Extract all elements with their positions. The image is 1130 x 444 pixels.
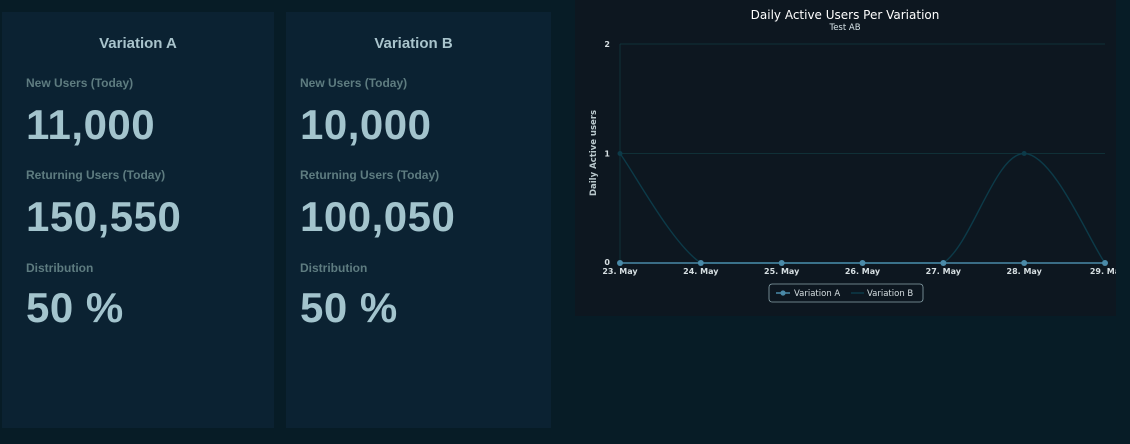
x-tick-label: 29. Ma <box>1090 267 1116 276</box>
chart-legend[interactable]: Variation A Variation B <box>768 283 924 303</box>
y-tick-label: 1 <box>604 150 610 159</box>
legend-label-variation-b: Variation B <box>867 289 913 299</box>
legend-marker-a <box>780 290 786 296</box>
new-users-label: New Users (Today) <box>26 76 134 90</box>
y-tick-label: 0 <box>604 258 610 267</box>
data-point[interactable] <box>940 260 947 266</box>
grid-lines <box>619 43 1105 264</box>
new-users-value: 11,000 <box>26 101 156 148</box>
x-tick-label: 24. May <box>683 267 719 276</box>
chart-canvas: Daily Active Users Per Variation Test AB… <box>589 8 1116 303</box>
data-point[interactable] <box>697 260 704 266</box>
returning-users-value: 100,050 <box>300 193 456 240</box>
daily-active-users-chart: Daily Active Users Per Variation Test AB… <box>575 0 1116 316</box>
x-tick-label: 25. May <box>764 267 800 276</box>
legend-label-variation-a: Variation A <box>794 289 840 299</box>
distribution-label: Distribution <box>26 261 94 275</box>
returning-users-label: Returning Users (Today) <box>26 168 166 182</box>
y-axis-label: Daily Active users <box>589 110 599 196</box>
y-axis-ticks: 0 1 2 <box>604 40 610 267</box>
data-point[interactable] <box>617 260 623 266</box>
data-point[interactable] <box>778 260 785 266</box>
variation-b-card: Variation B New Users (Today) 10,000 Ret… <box>286 12 551 428</box>
returning-users-label: Returning Users (Today) <box>300 168 440 182</box>
data-point[interactable] <box>617 151 623 156</box>
x-tick-label: 23. May <box>602 267 638 276</box>
variation-b-title: Variation B <box>374 35 453 52</box>
series-variation-b[interactable] <box>617 151 1108 266</box>
data-point[interactable] <box>1021 260 1028 266</box>
x-tick-label: 28. May <box>1007 267 1043 276</box>
x-axis-ticks: 23. May 24. May 25. May 26. May 27. May 28. M… <box>602 267 1116 276</box>
variation-a-title: Variation A <box>99 35 177 52</box>
y-tick-label: 2 <box>604 40 610 49</box>
dashboard: Variation A New Users (Today) 11,000 Ret… <box>0 0 1130 444</box>
x-tick-label: 26. May <box>845 267 881 276</box>
chart-title: Daily Active Users Per Variation <box>751 8 940 22</box>
distribution-label: Distribution <box>300 261 368 275</box>
series-line <box>619 152 1106 264</box>
series-layer <box>617 151 1108 266</box>
variation-a-card: Variation A New Users (Today) 11,000 Ret… <box>2 12 274 428</box>
new-users-label: New Users (Today) <box>300 76 408 90</box>
legend-item-variation-a[interactable]: Variation A <box>776 289 840 299</box>
data-point[interactable] <box>1102 260 1108 266</box>
chart-subtitle: Test AB <box>828 23 860 33</box>
data-point[interactable] <box>859 260 866 266</box>
x-tick-label: 27. May <box>926 267 962 276</box>
new-users-value: 10,000 <box>300 101 432 148</box>
legend-item-variation-b[interactable]: Variation B <box>851 289 913 299</box>
distribution-value: 50 % <box>26 284 124 331</box>
data-point[interactable] <box>1021 151 1027 156</box>
series-variation-a[interactable] <box>617 260 1108 266</box>
returning-users-value: 150,550 <box>26 193 182 240</box>
distribution-value: 50 % <box>300 284 398 331</box>
